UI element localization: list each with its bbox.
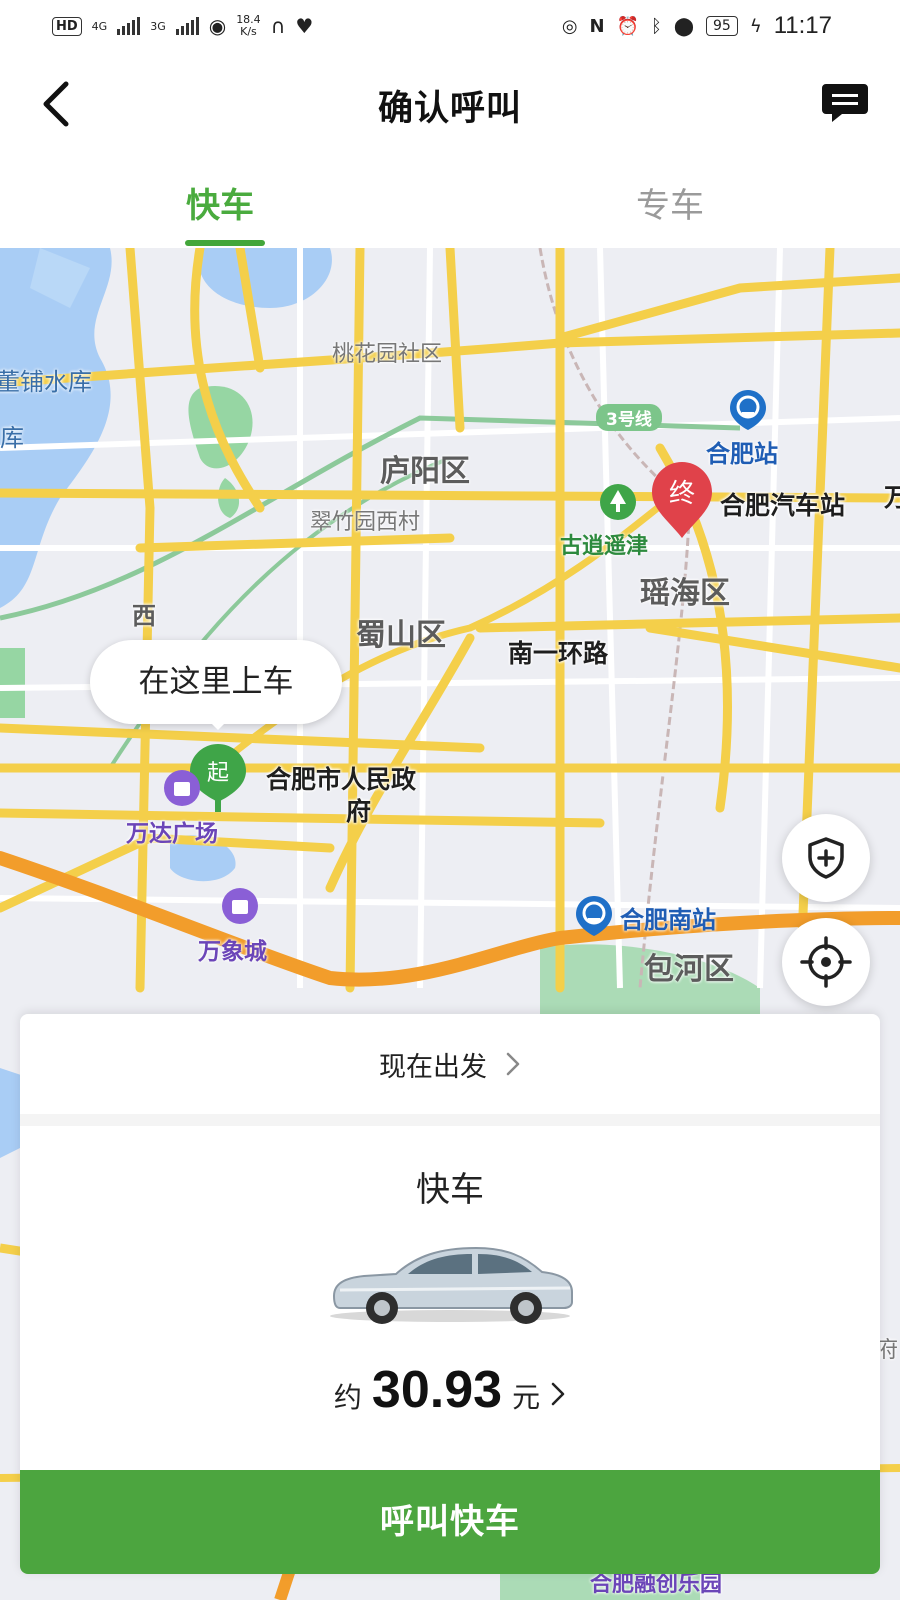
map-label-government: 合肥市人民政 [266, 765, 417, 794]
order-card: 现在出发 快车 约 30.93 元 呼叫快车 [20, 1014, 880, 1574]
signal-icon [117, 17, 141, 35]
sim1-label: 4G [91, 19, 108, 33]
call-car-button[interactable]: 呼叫快车 [20, 1470, 880, 1574]
wifi-icon: ◉ [208, 14, 227, 38]
location-icon: ⬤ [673, 15, 695, 37]
map-label-baohe: 包河区 [644, 952, 734, 987]
map-label-government-2: 府 [346, 797, 372, 826]
end-pin-label: 终 [669, 479, 695, 509]
end-pin: 终 [652, 462, 712, 538]
battery-icon: 95 [706, 16, 738, 36]
tab-premium[interactable]: 专车 [636, 178, 704, 227]
shield-plus-icon [808, 837, 844, 879]
map-label-taohuayuan: 桃花园社区 [332, 342, 443, 367]
chevron-right-icon-2 [551, 1382, 565, 1406]
sim2-label: 3G [150, 19, 166, 33]
hd-indicator: HD [52, 16, 82, 36]
map-label-reservoir: 董铺水库 [0, 368, 92, 396]
nfc-icon: N [589, 15, 605, 37]
heart-icon: ♥ [295, 14, 314, 38]
locate-button[interactable] [782, 918, 870, 1006]
map-label-xi: 西 [132, 602, 156, 630]
message-button[interactable] [820, 80, 870, 126]
map-label-yaohai: 瑶海区 [640, 576, 730, 611]
train-station-icon-2 [576, 896, 612, 936]
metro-line-tag: 3号线 [596, 404, 662, 431]
vehicle-tabs: 快车 专车 [0, 156, 900, 248]
park-icon [600, 484, 636, 520]
tab-express[interactable]: 快车 [186, 178, 254, 227]
price-unit: 元 [512, 1381, 541, 1414]
header: 确认呼叫 [0, 52, 900, 156]
status-bar: HD 4G 3G ◉ 18.4 K/s ∩ ♥ ◎ N ⏰ ᛒ ⬤ 95 ϟ 1… [0, 0, 900, 52]
message-icon [822, 84, 868, 122]
map-label-gudao: 古逍遥津 [560, 534, 649, 559]
map-label-hefei-station: 合肥站 [706, 440, 778, 468]
price-value: 30.93 [371, 1361, 503, 1419]
map-label-edge-wan: 万 [884, 483, 900, 512]
map-label-wanda: 万达广场 [126, 821, 218, 847]
price-prefix: 约 [333, 1381, 362, 1414]
page-title: 确认呼叫 [377, 89, 522, 129]
bluetooth-icon: ᛒ [651, 15, 662, 37]
charging-icon: ϟ [749, 15, 762, 37]
eye-icon: ◎ [561, 15, 578, 37]
shopping-icon-2 [222, 888, 258, 924]
map-label-reservoir-2: 库 [0, 424, 24, 452]
headphone-icon: ∩ [270, 14, 286, 38]
shopping-icon [164, 770, 200, 806]
price-estimate[interactable]: 约 30.93 元 [20, 1360, 880, 1430]
car-icon [330, 1246, 573, 1324]
map-label-luyang: 庐阳区 [380, 454, 470, 489]
net-speed: 18.4 K/s [236, 14, 261, 38]
alarm-icon: ⏰ [616, 15, 640, 37]
safety-button[interactable] [782, 814, 870, 902]
vehicle-type-label: 快车 [416, 1170, 484, 1210]
map-label-shushan: 蜀山区 [356, 618, 446, 653]
card-divider [20, 1114, 880, 1126]
map-label-wanxiang: 万象城 [198, 939, 267, 965]
crosshair-icon [800, 936, 852, 988]
pickup-hint-bubble: 在这里上车 [90, 640, 342, 724]
depart-time-label: 现在出发 [379, 1051, 487, 1083]
chevron-right-icon [506, 1052, 520, 1076]
start-pin-label: 起 [207, 761, 229, 786]
train-station-icon [730, 390, 766, 430]
clock: 11:17 [773, 12, 832, 39]
map-label-nanyihuan: 南一环路 [508, 639, 609, 668]
net-speed-unit: K/s [240, 25, 257, 38]
map-label-cuizhuyuan: 翠竹园西村 [310, 510, 421, 535]
map-label-south-station: 合肥南站 [620, 906, 716, 934]
signal-icon-2 [175, 17, 199, 35]
depart-time-selector[interactable]: 现在出发 [20, 1014, 880, 1114]
status-right: ◎ N ⏰ ᛒ ⬤ 95 ϟ 11:17 [562, 10, 832, 42]
tab-indicator [185, 240, 265, 246]
pickup-hint-tail [206, 718, 230, 730]
map-label-hefei-bus-station: 合肥汽车站 [720, 491, 846, 520]
status-left: HD 4G 3G ◉ 18.4 K/s ∩ ♥ [52, 10, 313, 42]
